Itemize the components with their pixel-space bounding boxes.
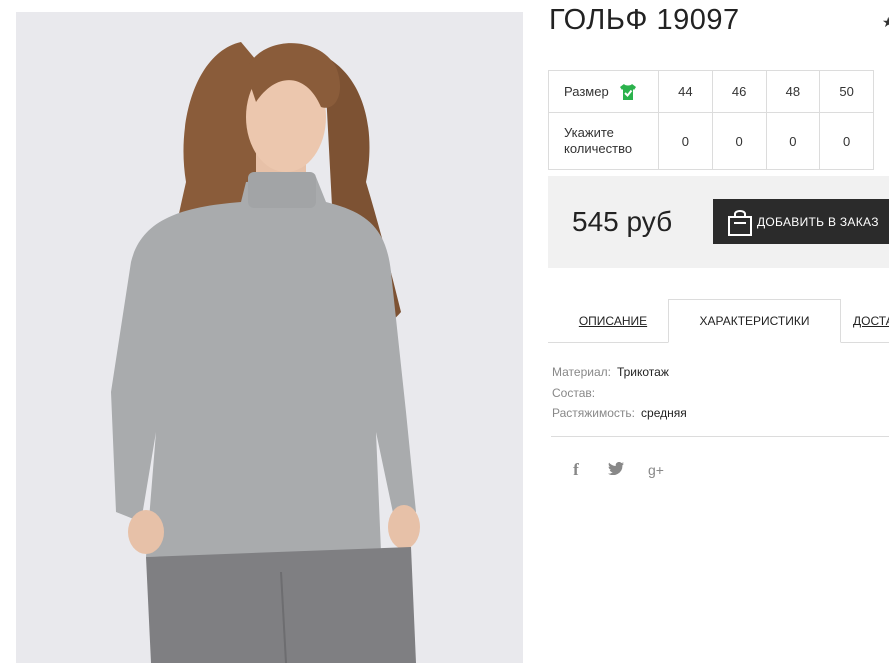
google-plus-icon[interactable]: g+ (646, 462, 666, 478)
product-title: ГОЛЬФ 19097 (549, 4, 740, 36)
tab-delivery[interactable]: ДОСТАВКА (853, 299, 889, 343)
size-option-50[interactable]: 50 (819, 70, 874, 113)
characteristic-value: Трикотаж (616, 365, 669, 379)
quantity-label-cell: Укажите количество (548, 112, 659, 170)
product-photo-illustration (16, 12, 523, 663)
facebook-icon[interactable]: f (566, 460, 586, 480)
size-option-46[interactable]: 46 (711, 70, 767, 113)
product-price: 545 руб (572, 206, 673, 237)
size-label: Размер (564, 84, 609, 99)
characteristic-value: средняя (641, 406, 687, 420)
tab-description[interactable]: ОПИСАНИЕ (558, 299, 668, 343)
product-tabs: ОПИСАНИЕ ХАРАКТЕРИСТИКИ ДОСТАВКА (548, 299, 889, 343)
add-to-cart-button[interactable]: ДОБАВИТЬ В ЗАКАЗ (713, 199, 889, 244)
characteristic-key: Растяжимость: (552, 406, 636, 420)
star-icon[interactable]: ★ (882, 14, 889, 31)
characteristic-row: Состав: (552, 383, 687, 404)
size-option-48[interactable]: 48 (765, 70, 821, 113)
characteristic-row: Растяжимость: средняя (552, 403, 687, 424)
size-label-cell: Размер (548, 70, 659, 113)
tshirt-check-icon (619, 83, 636, 100)
size-table: Размер 44 46 48 50 Укажите количество 0 … (548, 70, 874, 170)
quantity-input-44[interactable]: 0 (658, 112, 713, 170)
social-share: f g+ (566, 460, 666, 480)
characteristic-key: Материал: (552, 365, 611, 379)
characteristics-list: Материал: Трикотаж Состав: Растяжимость: с… (552, 362, 687, 424)
twitter-icon[interactable] (606, 461, 626, 478)
tab-characteristics[interactable]: ХАРАКТЕРИСТИКИ (668, 299, 841, 343)
quantity-label-line1: Укажите (564, 125, 614, 140)
characteristic-row: Материал: Трикотаж (552, 362, 687, 383)
size-option-44[interactable]: 44 (658, 70, 713, 113)
size-row: Размер 44 46 48 50 (548, 70, 874, 113)
divider (551, 436, 889, 437)
quantity-input-50[interactable]: 0 (819, 112, 874, 170)
shopping-bag-icon (728, 210, 752, 236)
quantity-label-line2: количество (564, 141, 633, 156)
quantity-input-48[interactable]: 0 (765, 112, 821, 170)
add-to-cart-label: ДОБАВИТЬ В ЗАКАЗ (757, 214, 879, 229)
quantity-input-46[interactable]: 0 (711, 112, 767, 170)
product-photo[interactable] (16, 12, 523, 663)
quantity-row: Укажите количество 0 0 0 0 (548, 112, 874, 170)
characteristic-key: Состав: (552, 385, 596, 400)
price-box: 545 руб ДОБАВИТЬ В ЗАКАЗ (548, 176, 889, 268)
